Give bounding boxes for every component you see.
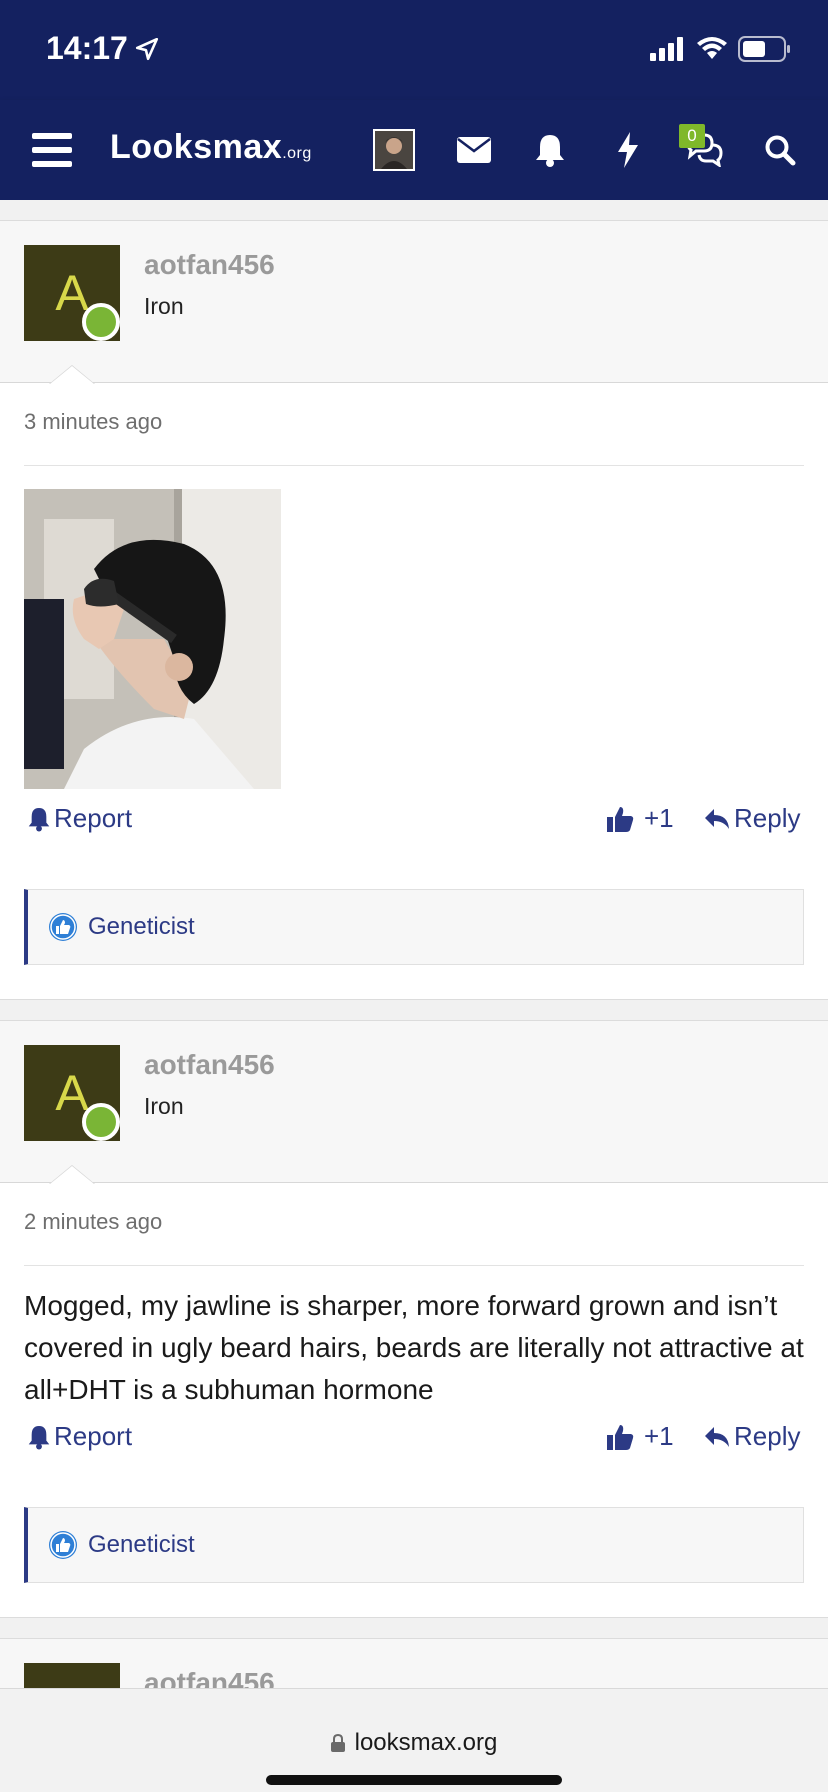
menu-icon <box>32 133 72 167</box>
status-indicators <box>650 36 792 62</box>
reaction-label: Geneticist <box>88 1531 195 1558</box>
post: A aotfan456 Iron 3 minutes ago Report +1… <box>0 220 828 1000</box>
site-logo[interactable]: Looksmax.org <box>110 128 312 167</box>
post-timestamp[interactable]: 3 minutes ago <box>24 409 162 435</box>
url-text: looksmax.org <box>354 1729 498 1756</box>
post: aotfan456 <box>0 1638 828 1688</box>
logo-text: Looksmax <box>110 128 283 166</box>
like-button[interactable]: +1 <box>606 803 674 834</box>
top-navbar: Looksmax.org <box>0 100 828 200</box>
reply-button[interactable]: Reply <box>704 1421 800 1452</box>
reply-button[interactable]: Reply <box>704 803 800 834</box>
online-indicator <box>82 1103 120 1141</box>
like-reaction-icon <box>49 913 77 941</box>
reply-label: Reply <box>734 1421 801 1451</box>
attached-photo <box>24 489 281 789</box>
like-label: +1 <box>644 1421 674 1451</box>
menu-button[interactable] <box>28 125 76 175</box>
divider <box>24 1265 804 1266</box>
status-time: 14:17 <box>46 30 128 66</box>
like-label: +1 <box>644 803 674 833</box>
user-rank: Iron <box>144 1093 184 1119</box>
header-caret <box>50 366 94 384</box>
report-button[interactable]: Report <box>28 1421 132 1452</box>
post-body: Mogged, my jawline is sharper, more forw… <box>24 1290 804 1405</box>
online-indicator <box>82 303 120 341</box>
like-reaction-icon <box>49 1531 77 1559</box>
username[interactable]: aotfan456 <box>144 1667 275 1688</box>
divider <box>24 465 804 466</box>
browser-address-bar: looksmax.org <box>0 1688 828 1792</box>
post-image[interactable] <box>24 489 281 789</box>
username[interactable]: aotfan456 <box>144 249 275 281</box>
reactions-bar[interactable]: Geneticist <box>24 889 804 965</box>
bell-icon <box>28 807 50 831</box>
reply-label: Reply <box>734 803 801 833</box>
conversations-badge: 0 <box>679 124 705 148</box>
avatar <box>373 129 415 171</box>
inbox-button[interactable] <box>452 125 496 175</box>
url-display[interactable]: looksmax.org <box>0 1729 828 1757</box>
status-bar: 14:17 <box>0 0 828 100</box>
post: A aotfan456 Iron 2 minutes ago Mogged, m… <box>0 1020 828 1618</box>
search-button[interactable] <box>758 125 802 175</box>
thumbs-up-icon <box>607 1424 634 1450</box>
bell-icon <box>536 135 564 167</box>
search-icon <box>765 135 796 166</box>
user-rank: Iron <box>144 293 184 319</box>
home-indicator[interactable] <box>266 1775 562 1785</box>
whats-new-button[interactable] <box>608 125 648 175</box>
reply-icon <box>705 1426 729 1447</box>
reaction-label: Geneticist <box>88 913 195 940</box>
report-button[interactable]: Report <box>28 803 132 834</box>
logo-suffix: .org <box>282 145 312 162</box>
location-arrow-icon <box>135 37 159 61</box>
thumbs-up-icon <box>607 806 634 832</box>
like-button[interactable]: +1 <box>606 1421 674 1452</box>
bolt-icon <box>618 132 638 168</box>
username[interactable]: aotfan456 <box>144 1049 275 1081</box>
signal-icon <box>650 37 683 61</box>
avatar[interactable] <box>24 1663 120 1688</box>
reactions-bar[interactable]: Geneticist <box>24 1507 804 1583</box>
post-header: aotfan456 <box>0 1639 828 1688</box>
envelope-icon <box>457 137 491 163</box>
header-caret <box>50 1166 94 1184</box>
lock-icon <box>330 1734 345 1752</box>
report-label: Report <box>54 1421 133 1451</box>
wifi-icon <box>697 37 727 59</box>
reply-icon <box>705 808 729 829</box>
bell-icon <box>28 1425 50 1449</box>
thread-content: A aotfan456 Iron 3 minutes ago Report +1… <box>0 200 828 1688</box>
alerts-button[interactable] <box>530 125 570 175</box>
report-label: Report <box>54 803 133 833</box>
user-avatar-button[interactable] <box>372 125 416 175</box>
battery-icon <box>738 36 790 62</box>
post-timestamp[interactable]: 2 minutes ago <box>24 1209 162 1235</box>
post-header: A aotfan456 Iron <box>0 221 828 384</box>
post-header: A aotfan456 Iron <box>0 1021 828 1184</box>
